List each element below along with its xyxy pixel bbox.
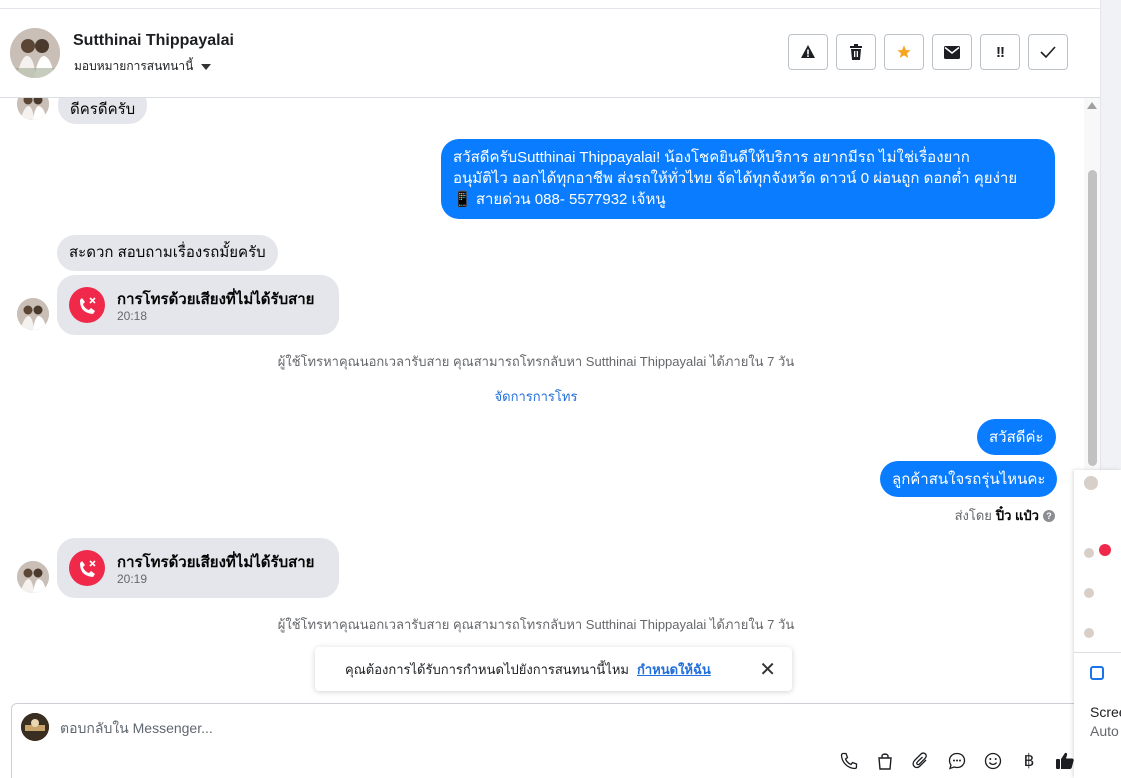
outgoing-message[interactable]: สวัสดีครับSutthinai Thippayalai! น้องโชค… bbox=[441, 139, 1055, 219]
conversation-preview-panel: Scree Auto bbox=[1074, 470, 1121, 778]
baht-icon: ฿ bbox=[1023, 751, 1035, 770]
missed-call-notice: ผู้ใช้โทรหาคุณนอกเวลารับสาย คุณสามารถโทร… bbox=[277, 617, 795, 632]
contact-photo bbox=[17, 298, 49, 330]
message-line: อนุมัติไว ออกได้ทุกอาชีพ ส่งรถให้ทั่วไทย… bbox=[453, 170, 1018, 187]
call-title: การโทรด้วยเสียงที่ไม่ได้รับสาย bbox=[117, 291, 315, 308]
message-line: 📱 สายด่วน 088- 5577932 เจ้หนู bbox=[453, 191, 666, 208]
outgoing-message[interactable]: ลูกค้าสนใจรถรุ่นไหนคะ bbox=[880, 461, 1058, 497]
contact-photo bbox=[17, 561, 49, 593]
preview-avatar bbox=[1084, 476, 1098, 490]
payment-button[interactable]: ฿ bbox=[1018, 750, 1040, 772]
sent-by-label: ส่งโดย ปิ๋ว แป๋ว ? bbox=[955, 505, 1055, 526]
page-photo bbox=[21, 713, 49, 741]
close-icon[interactable]: ✕ bbox=[759, 657, 776, 682]
star-button[interactable] bbox=[884, 34, 924, 70]
phone-icon bbox=[840, 752, 858, 770]
like-button[interactable] bbox=[1054, 750, 1076, 772]
contact-avatar-small bbox=[17, 298, 49, 330]
assign-to-me-link[interactable]: กำหนดให้ฉัน bbox=[637, 659, 711, 680]
report-button[interactable] bbox=[788, 34, 828, 70]
sent-by-name[interactable]: ปิ๋ว แป๋ว bbox=[996, 505, 1039, 526]
contact-avatar-small bbox=[17, 98, 49, 120]
page-avatar bbox=[21, 713, 49, 741]
missed-call-icon bbox=[69, 550, 105, 586]
missed-call-notice: ผู้ใช้โทรหาคุณนอกเวลารับสาย คุณสามารถโทร… bbox=[277, 354, 795, 369]
side-panel-label: Auto bbox=[1090, 723, 1119, 739]
saved-replies-button[interactable] bbox=[946, 750, 968, 772]
missed-call-icon bbox=[1099, 544, 1111, 556]
message-line: สวัสดีครับSutthinai Thippayalai! น้องโชค… bbox=[453, 149, 970, 166]
missed-call-card[interactable]: การโทรด้วยเสียงที่ไม่ได้รับสาย 20:19 bbox=[57, 538, 339, 598]
composer-toolbar: ฿ bbox=[838, 750, 1076, 772]
trash-icon bbox=[850, 44, 862, 60]
outgoing-message[interactable]: สวัสดีค่ะ bbox=[977, 419, 1056, 455]
preview-avatar bbox=[1084, 628, 1094, 638]
preview-avatar bbox=[1084, 588, 1094, 598]
smiley-icon bbox=[984, 752, 1002, 770]
contact-avatar[interactable] bbox=[10, 28, 60, 78]
conversation-header: Sutthinai Thippayalai มอบหมายการสนทนานี้… bbox=[0, 10, 1100, 98]
top-bar bbox=[0, 0, 1100, 9]
assign-prompt-toast: คุณต้องการได้รับการกำหนดไปยังการสนทนานี้… bbox=[315, 647, 792, 691]
divider bbox=[1074, 652, 1121, 653]
warning-icon bbox=[801, 45, 815, 58]
mark-spam-button[interactable]: !! bbox=[980, 34, 1020, 70]
attach-button[interactable] bbox=[910, 750, 932, 772]
assign-conversation-dropdown[interactable]: มอบหมายการสนทนานี้ bbox=[74, 57, 212, 76]
header-actions: !! bbox=[788, 34, 1068, 70]
delete-button[interactable] bbox=[836, 34, 876, 70]
paperclip-icon bbox=[912, 752, 927, 769]
manage-calls-link[interactable]: จัดการการโทร bbox=[0, 386, 1072, 407]
call-time: 20:18 bbox=[117, 309, 148, 323]
shopping-bag-icon bbox=[878, 753, 892, 770]
scroll-up-arrow-icon[interactable] bbox=[1087, 102, 1097, 109]
mark-unread-button[interactable] bbox=[932, 34, 972, 70]
double-exclamation-icon: !! bbox=[996, 43, 1005, 61]
screenshot-tool-icon bbox=[1090, 666, 1104, 680]
shop-button[interactable] bbox=[874, 750, 896, 772]
contact-avatar-small bbox=[17, 561, 49, 593]
call-button[interactable] bbox=[838, 750, 860, 772]
contact-photo bbox=[10, 28, 60, 78]
scrollbar-thumb[interactable] bbox=[1088, 170, 1097, 466]
toast-text: คุณต้องการได้รับการกำหนดไปยังการสนทนานี้… bbox=[345, 661, 629, 677]
missed-call-card[interactable]: การโทรด้วยเสียงที่ไม่ได้รับสาย 20:18 bbox=[57, 275, 339, 335]
call-title: การโทรด้วยเสียงที่ไม่ได้รับสาย bbox=[117, 554, 315, 571]
thumbs-up-icon bbox=[1056, 752, 1074, 769]
preview-avatar bbox=[1084, 548, 1094, 558]
check-icon bbox=[1040, 46, 1056, 59]
incoming-message[interactable]: สะดวก สอบถามเรื่องรถมั้ยครับ bbox=[57, 235, 278, 271]
star-icon bbox=[897, 45, 911, 58]
contact-name[interactable]: Sutthinai Thippayalai bbox=[73, 32, 234, 50]
side-panel-label: Scree bbox=[1090, 704, 1121, 720]
reply-composer: ฿ bbox=[11, 703, 1086, 778]
help-icon[interactable]: ? bbox=[1043, 509, 1055, 522]
message-thread[interactable]: ดีครดีครับ สวัสดีครับSutthinai Thippayal… bbox=[0, 98, 1100, 700]
emoji-button[interactable] bbox=[982, 750, 1004, 772]
chevron-down-icon bbox=[201, 63, 212, 70]
chat-bubble-icon bbox=[948, 752, 966, 770]
call-time: 20:19 bbox=[117, 572, 148, 586]
mark-done-button[interactable] bbox=[1028, 34, 1068, 70]
incoming-message[interactable]: ดีครดีครับ bbox=[58, 98, 148, 124]
assign-label: มอบหมายการสนทนานี้ bbox=[74, 59, 194, 73]
reply-input[interactable] bbox=[60, 718, 960, 738]
missed-call-icon bbox=[69, 287, 105, 323]
envelope-icon bbox=[944, 45, 960, 59]
sent-by-prefix: ส่งโดย bbox=[954, 508, 992, 523]
contact-photo bbox=[17, 98, 49, 120]
